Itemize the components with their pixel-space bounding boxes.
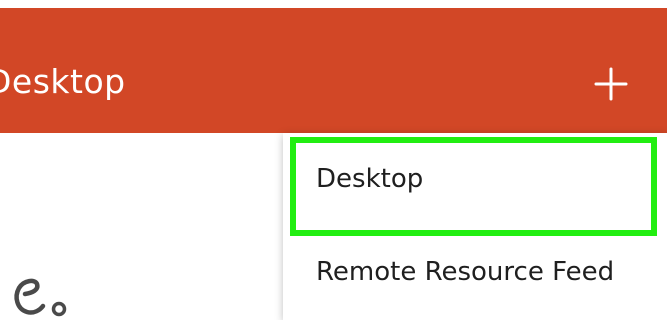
page-title: Desktop: [0, 62, 126, 101]
app-screen: Desktop Desktop Remote Resource Feed: [0, 0, 667, 320]
menu-item-remote-resource-feed[interactable]: Remote Resource Feed: [283, 229, 667, 320]
add-button[interactable]: [583, 56, 639, 112]
plus-icon: [594, 67, 628, 101]
background-text-fragment: [12, 262, 72, 320]
menu-item-desktop[interactable]: Desktop: [283, 133, 667, 229]
app-bar: Desktop: [0, 8, 667, 133]
menu-item-label: Remote Resource Feed: [316, 257, 615, 287]
menu-item-label: Desktop: [316, 164, 424, 194]
add-menu: Desktop Remote Resource Feed: [283, 133, 667, 320]
